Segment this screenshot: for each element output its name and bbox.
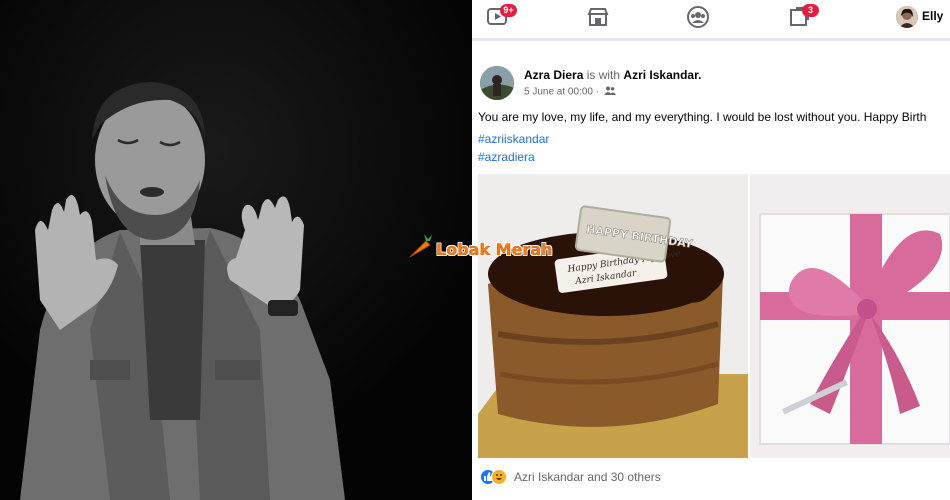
post-text: You are my love, my life, and my everyth… xyxy=(478,110,927,124)
top-navigation-bar: 9+ 3 Elly xyxy=(472,0,950,36)
marketplace-icon[interactable] xyxy=(586,6,610,28)
post-meta: 5 June at 00:00 · xyxy=(524,86,616,98)
author-name[interactable]: Azra Diera xyxy=(524,68,583,82)
haha-reaction-icon xyxy=(491,469,507,485)
post-title: Azra Diera is with Azri Iskandar. xyxy=(524,68,701,82)
gift-photo[interactable] xyxy=(750,174,950,458)
carrot-logo-icon xyxy=(404,233,434,266)
friends-audience-icon xyxy=(603,86,616,98)
watch-icon[interactable]: 9+ xyxy=(486,4,517,28)
cake-photo[interactable]: Happy Birthday My Love Azri Iskandar HAP… xyxy=(478,174,748,458)
reactions-count[interactable]: Azri Iskandar and 30 others xyxy=(514,470,661,484)
gift-box-illustration xyxy=(750,174,950,458)
author-avatar[interactable] xyxy=(480,66,514,100)
user-avatar[interactable] xyxy=(896,6,918,28)
nav-divider xyxy=(472,38,950,41)
lobak-merah-watermark: Lobak Merah xyxy=(404,233,553,266)
hashtag-link[interactable]: #azriiskandar xyxy=(478,132,549,146)
hashtag-link[interactable]: #azradiera xyxy=(478,150,535,164)
post-date[interactable]: 5 June at 00:00 · xyxy=(524,87,599,98)
portrait-photo xyxy=(0,0,472,500)
watch-badge: 9+ xyxy=(500,4,517,17)
user-name[interactable]: Elly xyxy=(922,9,943,23)
man-portrait-illustration xyxy=(0,0,472,500)
tagged-name[interactable]: Azri Iskandar. xyxy=(623,68,701,82)
with-text: is with xyxy=(586,68,621,82)
watermark-text: Lobak Merah xyxy=(436,239,553,259)
groups-icon[interactable] xyxy=(686,6,710,28)
birthday-cake-illustration: Happy Birthday My Love Azri Iskandar HAP… xyxy=(478,174,748,458)
gaming-icon[interactable]: 3 xyxy=(788,4,819,28)
gaming-badge: 3 xyxy=(802,4,819,17)
